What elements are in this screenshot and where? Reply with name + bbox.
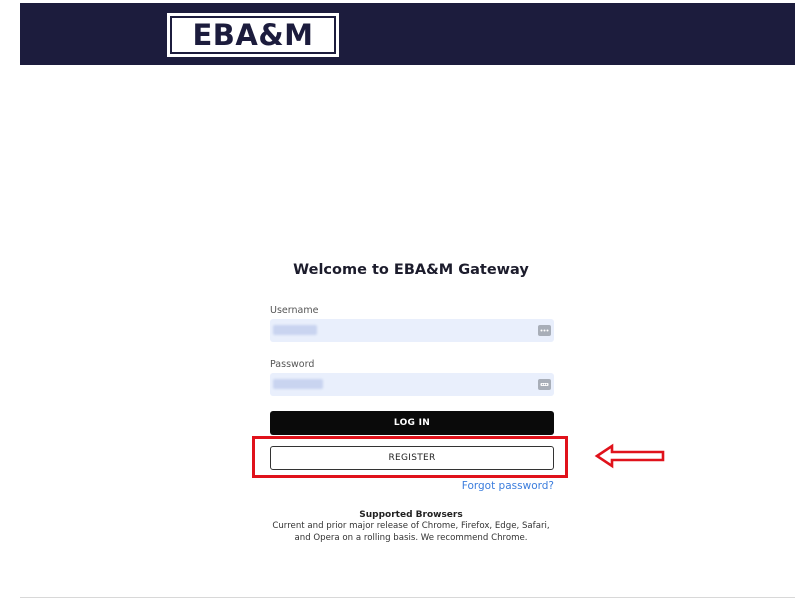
username-field-wrapper xyxy=(270,319,554,342)
eba-m-logo[interactable]: EBA&M xyxy=(167,13,339,57)
register-button[interactable]: REGISTER xyxy=(270,446,554,470)
password-manager-icon[interactable] xyxy=(538,379,551,390)
forgot-password-link[interactable]: Forgot password? xyxy=(414,480,554,492)
page: EBA&M Welcome to EBA&M Gateway Username … xyxy=(0,0,795,600)
logo-text: EBA&M xyxy=(170,16,336,54)
page-edge-bottom xyxy=(20,597,795,598)
password-input[interactable] xyxy=(270,373,554,396)
top-banner: EBA&M xyxy=(20,3,795,65)
page-title: Welcome to EBA&M Gateway xyxy=(293,262,529,278)
supported-browsers-heading: Supported Browsers xyxy=(359,510,463,520)
supported-browsers-text: Current and prior major release of Chrom… xyxy=(272,521,550,543)
password-label: Password xyxy=(270,359,315,370)
password-field-wrapper xyxy=(270,373,554,396)
username-input[interactable] xyxy=(270,319,554,342)
password-manager-icon[interactable] xyxy=(538,325,551,336)
username-label: Username xyxy=(270,305,319,316)
log-in-button[interactable]: LOG IN xyxy=(270,411,554,435)
left-arrow-icon xyxy=(594,443,665,469)
